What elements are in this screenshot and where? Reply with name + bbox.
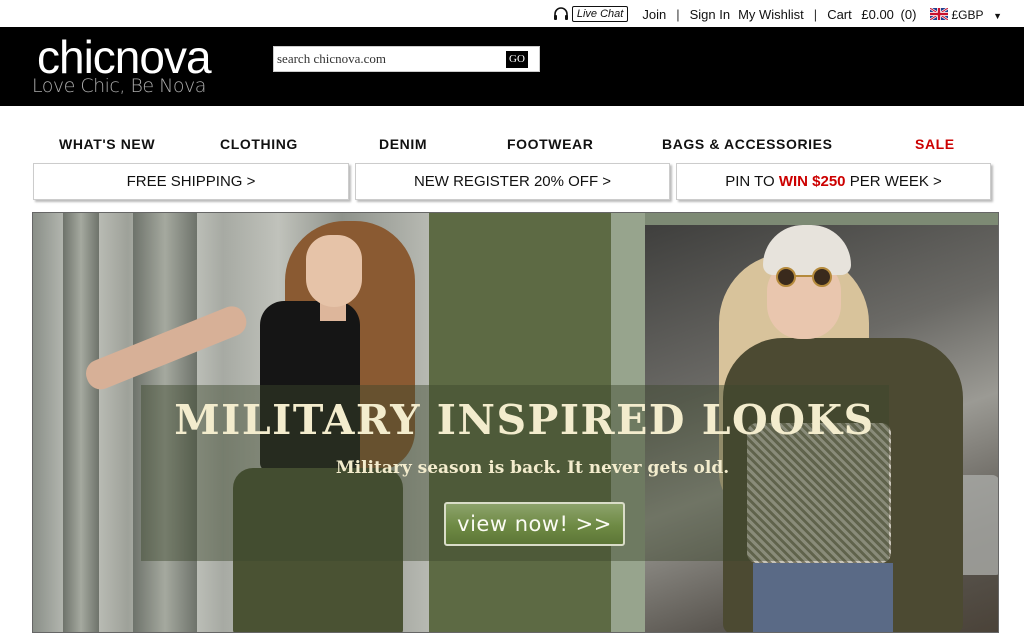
join-link[interactable]: Join — [642, 7, 666, 22]
headset-icon[interactable] — [553, 7, 569, 21]
nav-item-whats-new[interactable]: WHAT'S NEW — [59, 136, 155, 152]
currency-label: £GBP — [951, 7, 984, 22]
promo-pin-suffix: PER WEEK > — [845, 173, 942, 190]
promo-pin-highlight: WIN $250 — [778, 173, 846, 190]
nav-item-bags-accessories[interactable]: BAGS & ACCESSORIES — [662, 136, 833, 152]
promo-free-shipping[interactable]: FREE SHIPPING > — [33, 163, 349, 200]
hero-title: MILITARY INSPIRED LOOKS — [174, 396, 875, 444]
currency-selector[interactable]: £GBP ▼ — [951, 7, 1002, 22]
divider: | — [676, 6, 680, 22]
promo-pin-prefix: PIN TO — [725, 173, 779, 190]
nav-item-denim[interactable]: DENIM — [379, 136, 427, 152]
promo-new-register[interactable]: NEW REGISTER 20% OFF > — [355, 163, 670, 200]
nav-item-clothing[interactable]: CLOTHING — [220, 136, 298, 152]
model-right-jeans — [753, 563, 893, 632]
search-box: GO — [273, 46, 540, 72]
main-nav: WHAT'S NEW CLOTHING DENIM FOOTWEAR BAGS … — [0, 136, 1024, 156]
cart-label: Cart — [827, 6, 852, 22]
model-left-face — [306, 235, 362, 307]
top-utility-links: Live Chat Join | Sign In My Wishlist | C… — [553, 6, 1002, 22]
wishlist-link[interactable]: My Wishlist — [738, 7, 804, 22]
hero-banner[interactable]: MILITARY INSPIRED LOOKS Military season … — [32, 212, 999, 633]
chevron-down-icon: ▼ — [993, 10, 1002, 21]
divider: | — [813, 6, 818, 22]
live-chat-button[interactable]: Live Chat — [571, 6, 629, 22]
cart-link[interactable]: Cart £0.00 (0) — [827, 7, 916, 22]
view-now-button[interactable]: view now! >> — [444, 502, 625, 546]
search-go-button[interactable]: GO — [506, 51, 528, 68]
sign-in-link[interactable]: Sign In — [690, 7, 730, 22]
top-utility-bar: Live Chat Join | Sign In My Wishlist | C… — [0, 0, 1024, 27]
hero-subtitle: Military season is back. It never gets o… — [335, 458, 730, 478]
search-input[interactable] — [277, 50, 487, 68]
uk-flag-icon — [929, 7, 950, 21]
nav-item-footwear[interactable]: FOOTWEAR — [507, 136, 593, 152]
logo-tagline: Love Chic, Be Nova — [32, 75, 206, 97]
sunglasses-icon — [767, 265, 841, 287]
nav-item-sale[interactable]: SALE — [915, 136, 955, 152]
promo-pin-to-win[interactable]: PIN TO WIN $250 PER WEEK > — [676, 163, 991, 200]
site-header: chicnova Love Chic, Be Nova GO — [0, 27, 1024, 106]
cart-count: (0) — [900, 6, 917, 22]
cart-total: £0.00 — [861, 6, 894, 22]
